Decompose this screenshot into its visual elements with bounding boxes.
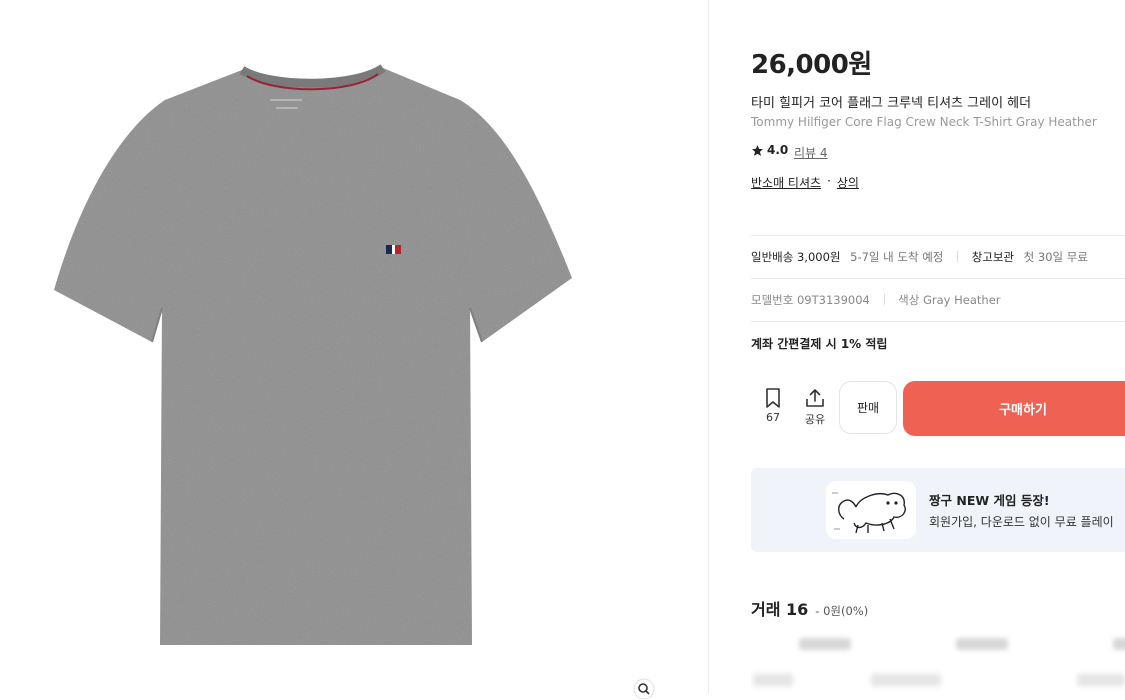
blurred-tab: [956, 638, 1008, 650]
blurred-cell: [871, 674, 941, 686]
trade-title: 거래 16: [751, 600, 809, 619]
shipping-eta: 5-7일 내 도착 예정: [850, 250, 944, 264]
details-separator: [883, 294, 885, 305]
share-label: 공유: [804, 413, 826, 426]
share-button[interactable]: 공유: [800, 387, 830, 427]
blurred-tab: [799, 638, 851, 650]
sell-button[interactable]: 판매: [839, 381, 897, 434]
section-divider: [751, 235, 1125, 236]
category-link-short-sleeve[interactable]: 반소매 티셔츠: [751, 174, 821, 191]
bookmark-icon: [766, 388, 780, 408]
trade-change: - 0원(0%): [815, 604, 869, 618]
trade-row-blurred: [751, 670, 1125, 690]
category-separator: ·: [827, 174, 831, 188]
section-divider: [751, 321, 1125, 322]
banner-thumbnail: [826, 481, 916, 539]
trade-summary: 거래 16 - 0원(0%): [751, 596, 868, 620]
blurred-tab: [1113, 638, 1125, 650]
banner-subtitle: 회원가입, 다운로드 없이 무료 플레이: [929, 515, 1114, 529]
product-title-korean: 타미 힐피거 코어 플래그 크루넥 티셔츠 그레이 헤더: [751, 96, 1032, 111]
shipping-info: 일반배송 3,000원 5-7일 내 도착 예정 창고보관 첫 30일 무료: [751, 249, 1088, 265]
category-breadcrumb: 반소매 티셔츠 · 상의: [751, 174, 859, 191]
storage-note: 첫 30일 무료: [1023, 250, 1088, 264]
banner-title: 짱구 NEW 게임 등장!: [929, 493, 1050, 508]
blurred-cell: [1077, 674, 1125, 686]
product-details: 모델번호 09T3139004 색상 Gray Heather: [751, 292, 1001, 308]
product-price: 26,000원: [751, 50, 872, 80]
dog-illustration-icon: [832, 492, 906, 534]
section-divider: [751, 278, 1125, 279]
bookmark-count: 67: [766, 411, 780, 424]
blurred-cell: [753, 674, 793, 686]
points-note: 계좌 간편결제 시 1% 적립: [751, 337, 888, 351]
product-rating: 4.0: [751, 143, 788, 157]
review-link[interactable]: 리뷰 4: [794, 144, 828, 161]
share-icon: [806, 389, 824, 407]
buy-button[interactable]: 구매하기: [903, 381, 1125, 436]
tshirt-image: [54, 64, 572, 645]
star-icon: [752, 144, 763, 156]
action-bar: 67 공유 판매 구매하기: [751, 381, 1125, 436]
panel-divider: [708, 0, 709, 693]
product-color: 색상 Gray Heather: [898, 293, 1001, 307]
product-title-english: Tommy Hilfiger Core Flag Crew Neck T-Shi…: [751, 115, 1097, 129]
model-number: 모델번호 09T3139004: [751, 293, 870, 307]
product-image-panel: [0, 0, 708, 700]
category-link-tops[interactable]: 상의: [837, 174, 859, 191]
zoom-icon[interactable]: [633, 678, 655, 700]
trade-tabs-blurred: [751, 632, 1125, 658]
shipping-label: 일반배송 3,000원: [751, 250, 841, 264]
shipping-separator: [957, 251, 959, 262]
storage-label: 창고보관: [971, 250, 1015, 264]
rating-value: 4.0: [767, 143, 789, 157]
product-info-panel: 26,000원 타미 힐피거 코어 플래그 크루넥 티셔츠 그레이 헤더 Tom…: [751, 0, 1125, 693]
bookmark-button[interactable]: 67: [758, 387, 788, 424]
promo-banner[interactable]: 짱구 NEW 게임 등장! 회원가입, 다운로드 없이 무료 플레이: [751, 468, 1125, 552]
